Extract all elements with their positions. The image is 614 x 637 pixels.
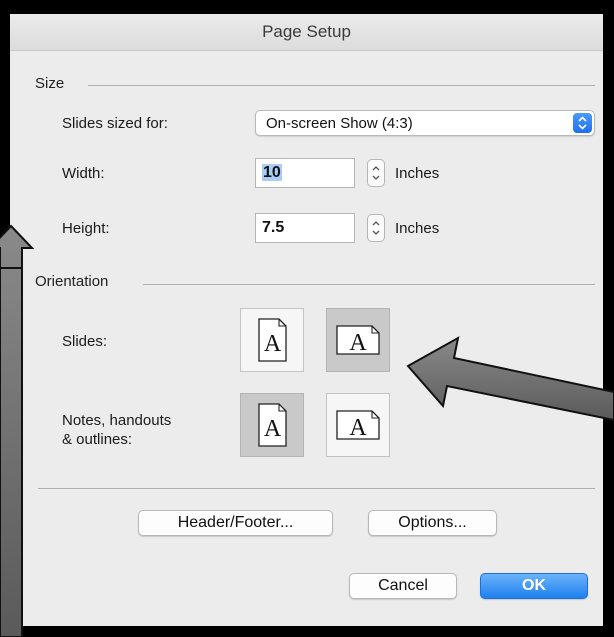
width-unit: Inches	[395, 165, 440, 182]
slides-sized-for-label: Slides sized for:	[62, 115, 168, 132]
notes-label-line2: & outlines:	[62, 431, 133, 448]
notes-portrait-button[interactable]: A	[240, 393, 304, 457]
stepper-arrows-icon	[372, 221, 380, 235]
dialog-title: Page Setup	[10, 14, 603, 51]
stepper-arrows-icon	[372, 166, 380, 180]
height-stepper[interactable]	[367, 214, 385, 242]
slides-portrait-button[interactable]: A	[240, 308, 304, 372]
cancel-button[interactable]: Cancel	[349, 573, 457, 599]
landscape-page-icon: A	[336, 325, 380, 356]
svg-text:A: A	[264, 331, 282, 357]
slides-sized-for-value: On-screen Show (4:3)	[266, 115, 413, 132]
height-unit: Inches	[395, 220, 440, 237]
orientation-section-divider	[143, 284, 595, 285]
footer-divider	[38, 488, 595, 489]
slides-landscape-button[interactable]: A	[326, 308, 390, 372]
height-label: Height:	[62, 220, 110, 237]
portrait-page-icon: A	[258, 318, 287, 362]
slides-label: Slides:	[62, 333, 108, 350]
chevron-updown-icon	[573, 113, 592, 133]
height-field[interactable]: 7.5	[255, 213, 355, 243]
options-button[interactable]: Options...	[368, 510, 497, 536]
height-value: 7.5	[262, 219, 285, 236]
slides-sized-for-select[interactable]: On-screen Show (4:3)	[255, 110, 595, 136]
width-label: Width:	[62, 165, 105, 182]
notes-label: Notes, handouts & outlines:	[62, 411, 171, 449]
svg-text:A: A	[264, 416, 282, 442]
svg-text:A: A	[349, 330, 367, 356]
svg-text:A: A	[349, 415, 367, 441]
portrait-page-icon: A	[258, 403, 287, 447]
width-field[interactable]: 10	[255, 158, 355, 188]
page-setup-dialog: Page Setup Size Slides sized for: On-scr…	[10, 14, 603, 626]
size-section-title: Size	[35, 75, 65, 92]
header-footer-button[interactable]: Header/Footer...	[138, 510, 333, 536]
width-value: 10	[262, 164, 282, 181]
landscape-page-icon: A	[336, 410, 380, 441]
orientation-section-title: Orientation	[35, 273, 109, 290]
notes-label-line1: Notes, handouts	[62, 412, 172, 429]
size-section-divider	[88, 85, 595, 86]
width-stepper[interactable]	[367, 159, 385, 187]
ok-button[interactable]: OK	[480, 573, 588, 599]
notes-landscape-button[interactable]: A	[326, 393, 390, 457]
